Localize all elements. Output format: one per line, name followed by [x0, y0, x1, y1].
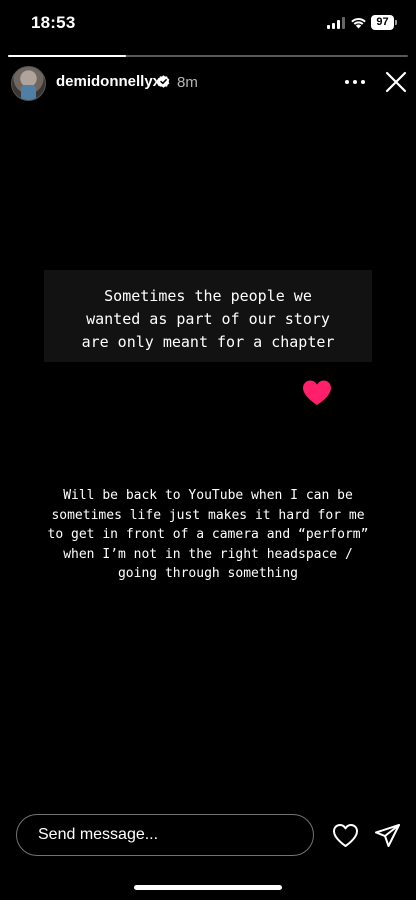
story-time-ago: 8m [177, 74, 198, 91]
battery-level: 97 [371, 15, 394, 30]
home-indicator[interactable] [134, 885, 282, 890]
story-progress-bar [8, 55, 408, 57]
send-message-placeholder: Send message... [38, 826, 159, 843]
signal-icon [327, 17, 345, 29]
battery-icon: 97 [371, 15, 397, 30]
battery-cap [395, 20, 397, 25]
quote-text: Sometimes the people we wanted as part o… [81, 287, 335, 351]
story-message-text: Will be back to YouTube when I can be so… [47, 488, 369, 581]
avatar[interactable] [11, 66, 46, 101]
send-message-input[interactable]: Send message... [16, 814, 314, 856]
status-time: 18:53 [31, 13, 76, 32]
story-progress-fill [8, 55, 126, 57]
share-icon[interactable] [374, 823, 401, 848]
like-icon[interactable] [332, 823, 359, 848]
story-username[interactable]: demidonnellyx [56, 73, 161, 90]
heart-icon [303, 380, 331, 405]
close-icon[interactable] [384, 70, 408, 94]
quote-box: Sometimes the people we wanted as part o… [44, 270, 372, 362]
verified-badge-icon [157, 75, 170, 88]
wifi-icon [351, 18, 366, 29]
status-bar: 18:53 97 [0, 0, 416, 50]
more-icon[interactable] [344, 78, 366, 86]
